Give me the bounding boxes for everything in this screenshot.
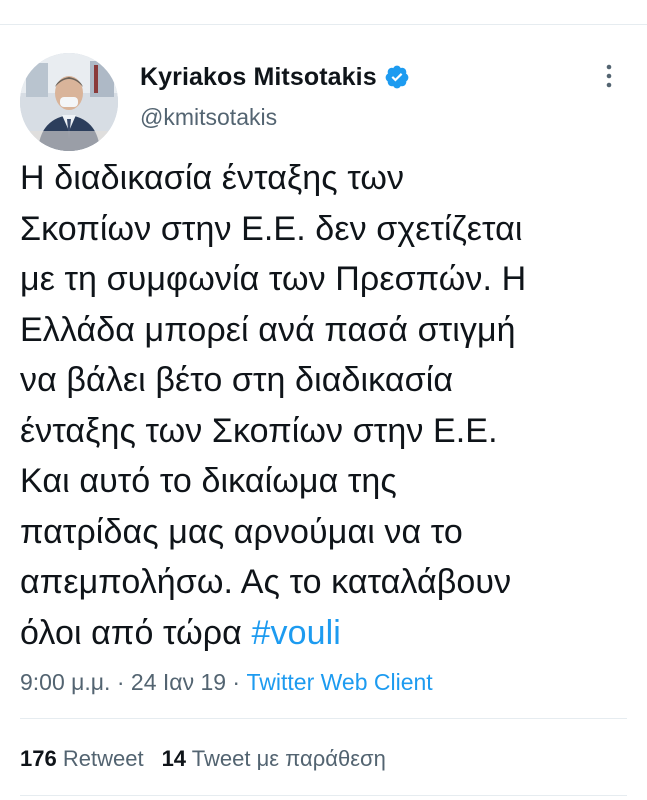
tweet-text-line: πατρίδας μας αρνούμαι να το (20, 512, 463, 551)
tweet-text-line: Η διαδικασία ένταξης των (20, 159, 405, 197)
divider (20, 795, 627, 796)
retweets-count: 176 (20, 746, 57, 771)
tweet-stats: 176 Retweet 14 Tweet με παράθεση (20, 746, 386, 772)
tweet-source-link[interactable]: Twitter Web Client (247, 669, 433, 695)
tweet-text-line: με τη συμφωνία των Πρεσπών. Η (20, 260, 527, 298)
tweet-metadata: 9:00 μ.μ. · 24 Ιαν 19 · Twitter Web Clie… (20, 669, 433, 696)
tweet-text-last-line: όλοι από τώρα #vouli (20, 608, 630, 659)
tweet-time[interactable]: 9:00 μ.μ. (20, 669, 110, 695)
tweet-text: Η διαδικασία ένταξης των Σκοπίων στην Ε.… (20, 153, 630, 658)
retweets-stat[interactable]: 176 Retweet (20, 746, 144, 771)
tweet-detail-page: Kyriakos Mitsotakis @kmitsotakis Η διαδι… (0, 0, 647, 800)
author-name-row[interactable]: Kyriakos Mitsotakis (140, 62, 410, 92)
hashtag-link[interactable]: #vouli (251, 614, 340, 652)
more-options-icon[interactable] (598, 62, 620, 90)
meta-separator: · (110, 669, 131, 695)
quote-tweets-stat[interactable]: 14 Tweet με παράθεση (162, 746, 386, 771)
quote-tweets-count: 14 (161, 746, 187, 771)
author-display-name[interactable]: Kyriakos Mitsotakis (140, 63, 377, 92)
tweet-text-line: ένταξης των Σκοπίων στην Ε.Ε. (20, 411, 498, 450)
retweets-label: Retweet (62, 746, 144, 771)
tweet-text-line: Και αυτό το δικαίωμα της (20, 462, 397, 500)
quote-tweets-label: Tweet με παράθεση (191, 746, 386, 771)
author-handle[interactable]: @kmitsotakis (140, 104, 277, 131)
tweet-text-line: Σκοπίων στην Ε.Ε. δεν σχετίζεται (20, 209, 523, 248)
tweet-text-line: Ελλάδα μπορεί ανά πασά στιγμή (20, 310, 516, 349)
profile-photo-icon (20, 53, 118, 151)
verified-badge-icon (385, 65, 409, 89)
top-divider (0, 24, 647, 25)
tweet-text-line: να βάλει βέτο στη διαδικασία (20, 361, 454, 399)
meta-separator: · (226, 669, 247, 695)
tweet-text-line: όλοι από τώρα (20, 613, 242, 652)
avatar[interactable] (20, 53, 118, 151)
divider (20, 718, 627, 719)
tweet-text-line: απεμπολήσω. Ας το καταλάβουν (20, 563, 512, 601)
tweet-date[interactable]: 24 Ιαν 19 (131, 669, 226, 695)
